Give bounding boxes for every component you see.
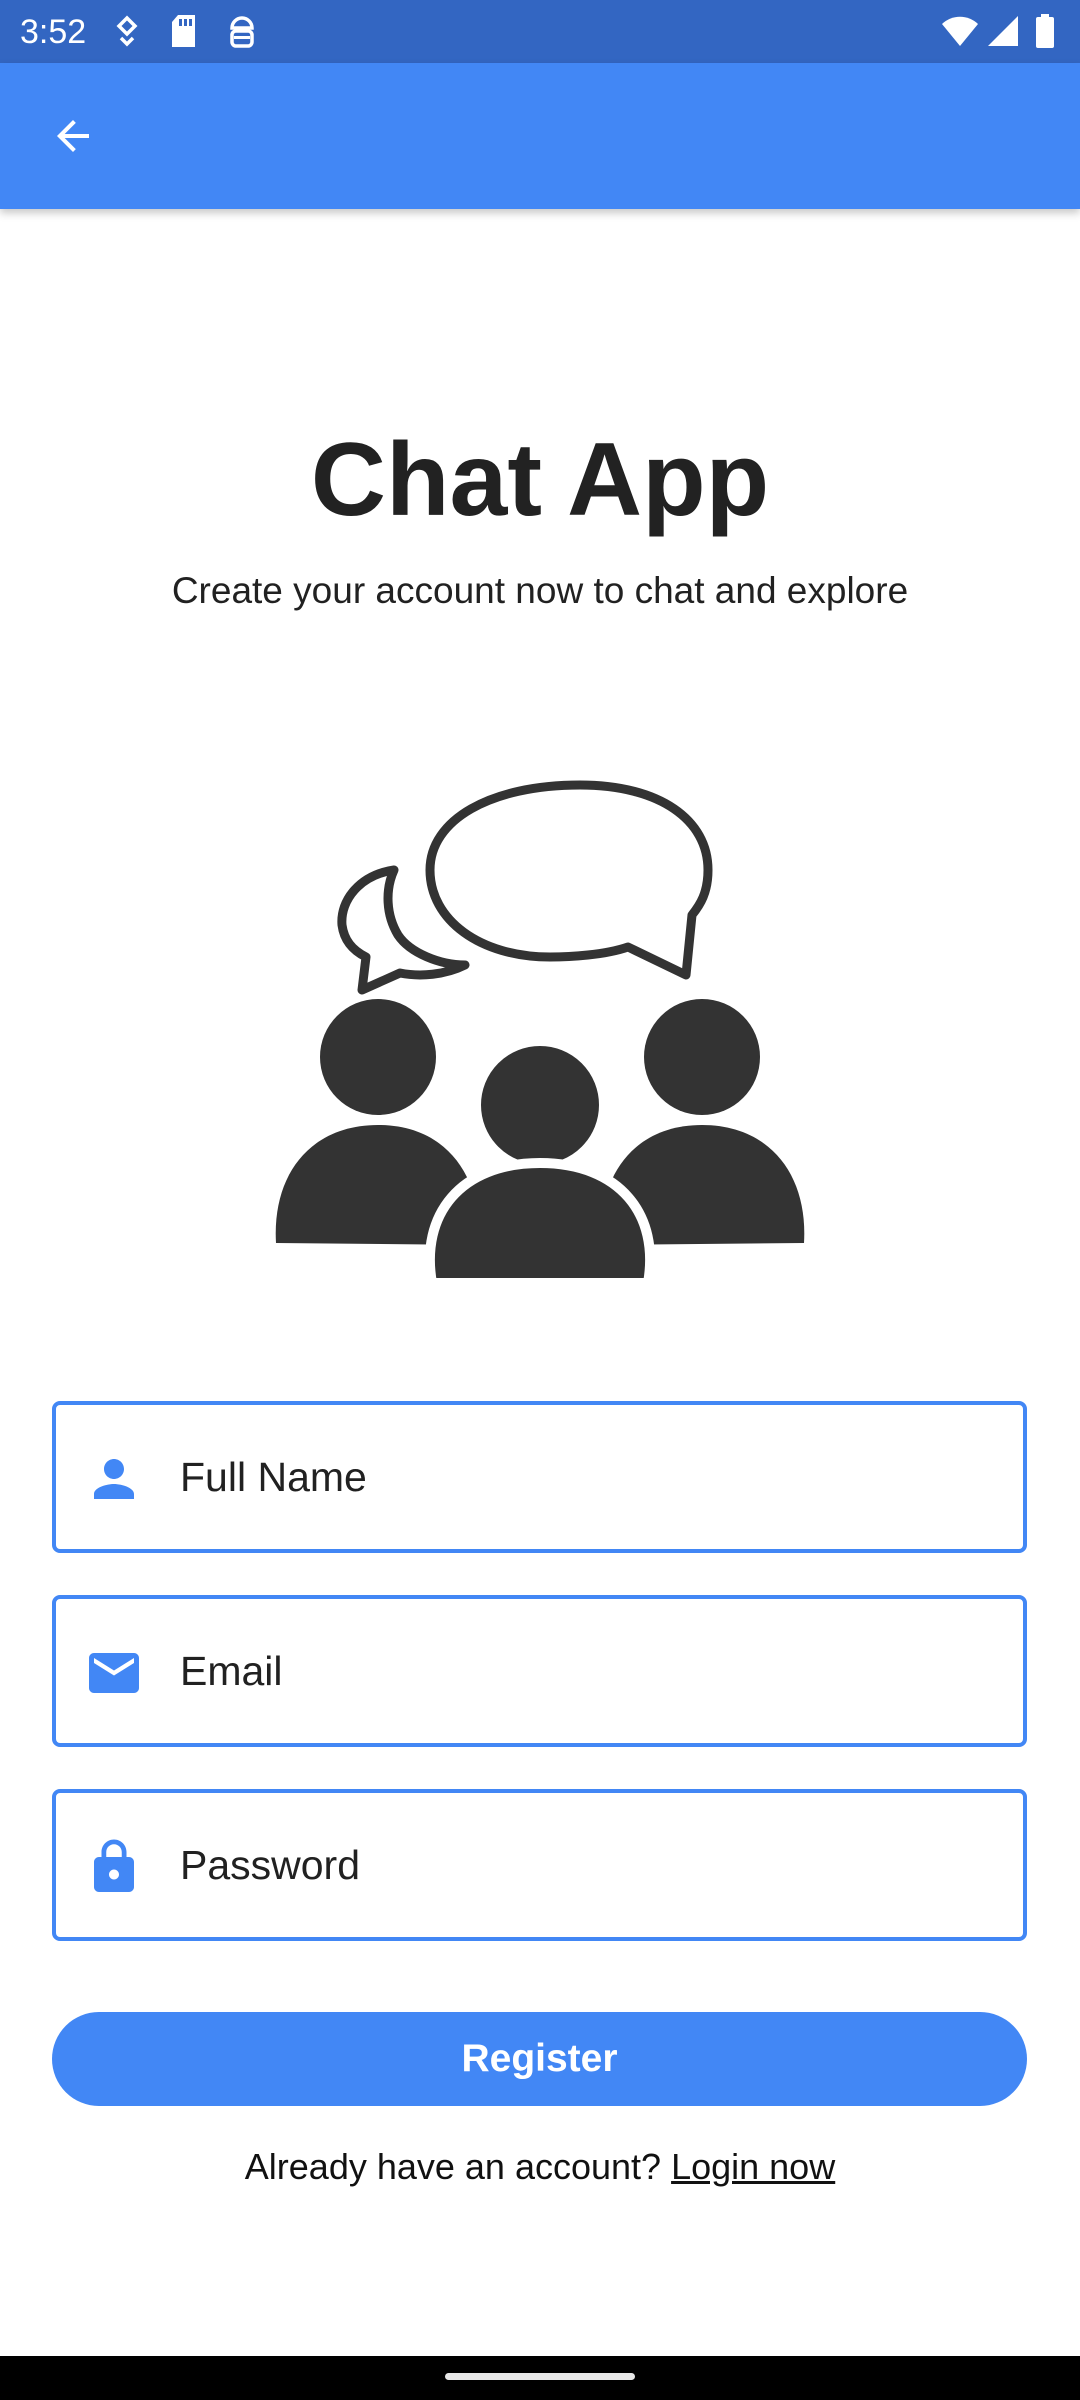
hero-illustration: [270, 775, 810, 1295]
android-debug-icon: [230, 16, 254, 48]
login-now-link[interactable]: Login now: [671, 2146, 835, 2187]
arrow-back-icon: [57, 120, 89, 152]
email-field[interactable]: [52, 1595, 1027, 1747]
navigation-bar: [0, 2356, 1080, 2400]
password-input[interactable]: [180, 1793, 999, 1937]
person-icon: [94, 1459, 134, 1499]
email-input[interactable]: [180, 1599, 999, 1743]
lock-icon: [94, 1839, 134, 1892]
data-saver-icon: [116, 15, 138, 47]
home-indicator[interactable]: [445, 2373, 635, 2380]
cell-signal-icon: [988, 16, 1018, 46]
app-subtitle: Create your account now to chat and expl…: [171, 570, 909, 611]
status-time: 3:52: [20, 13, 87, 51]
wifi-icon: [942, 16, 978, 46]
full-name-input[interactable]: [180, 1405, 999, 1549]
group-chat-icon: [275, 780, 805, 1288]
register-button[interactable]: Register: [52, 2012, 1027, 2106]
password-field[interactable]: [52, 1789, 1027, 1941]
login-prompt: Already have an account? Login now: [0, 2143, 1080, 2191]
sd-card-icon: [172, 15, 195, 47]
mail-icon: [89, 1653, 139, 1693]
battery-icon: [1036, 14, 1054, 48]
full-name-field[interactable]: [52, 1401, 1027, 1553]
back-button[interactable]: [30, 101, 116, 171]
app-bar: [0, 63, 1080, 209]
status-icons-right: [940, 12, 1060, 52]
login-prompt-text: Already have an account?: [244, 2146, 672, 2187]
app-title: Chat App: [310, 422, 770, 538]
status-bar: 3:52: [0, 0, 1080, 63]
